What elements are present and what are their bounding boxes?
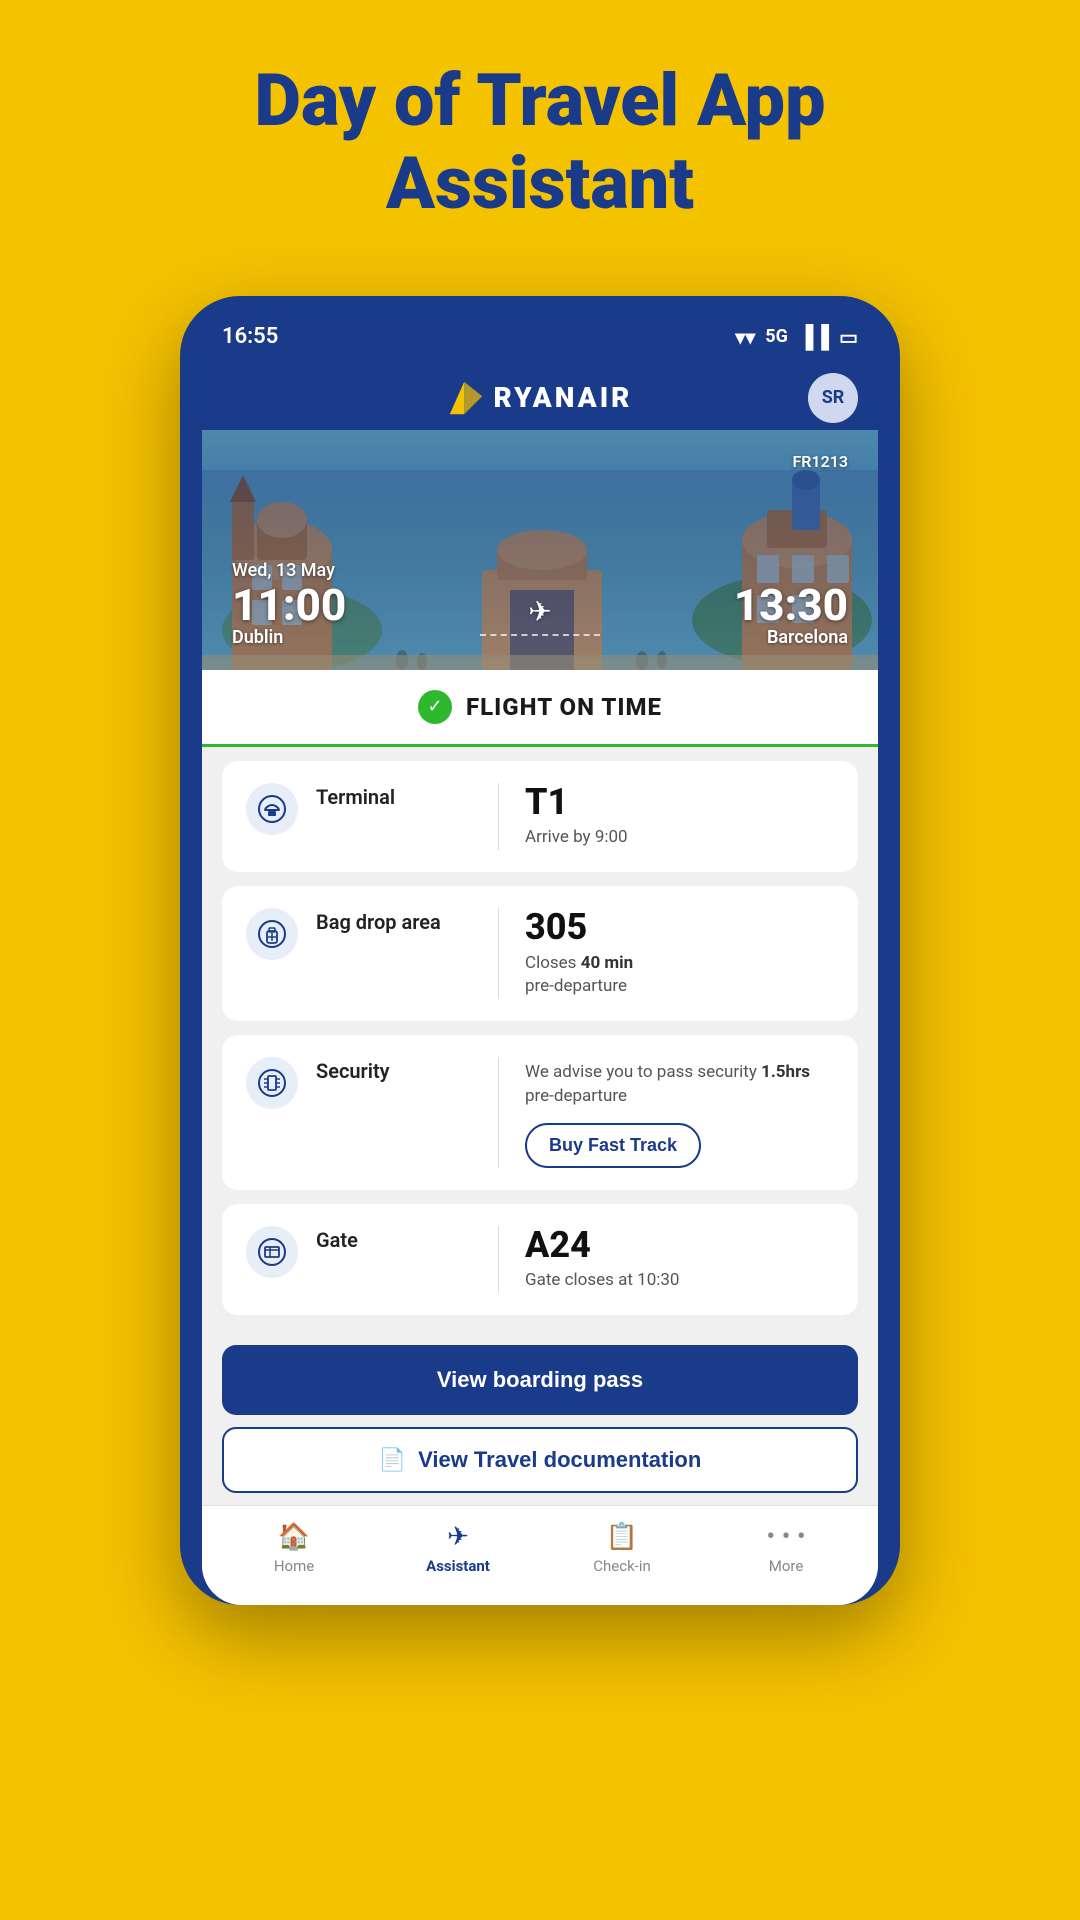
flight-status-text: FLIGHT ON TIME	[466, 693, 662, 721]
security-label: Security	[316, 1057, 476, 1083]
page-title: Day of Travel App Assistant	[174, 60, 905, 226]
card-divider-3	[498, 1057, 499, 1168]
ryanair-wordmark: RYANAIR	[494, 381, 633, 414]
travel-doc-label: View Travel documentation	[418, 1447, 701, 1473]
phone-mockup: 16:55 ▾▾ 5G ▐▐ ▭ RYANAIR SR	[180, 296, 900, 1606]
status-icons: ▾▾ 5G ▐▐ ▭	[735, 324, 858, 350]
gate-icon-circle	[246, 1226, 298, 1278]
flight-hero-banner: Wed, 13 May 11:00 Dublin ✈ 13:30 Barcelo…	[202, 430, 878, 670]
flight-direction-icon: ✈	[480, 595, 600, 636]
departure-time: 11:00	[232, 583, 346, 627]
nav-assistant[interactable]: ✈ Assistant	[418, 1522, 498, 1575]
bag-drop-value-block: 305 Closes 40 minpre-departure	[521, 908, 834, 999]
gate-value: A24	[525, 1226, 834, 1266]
departure-block: 11:00 Dublin	[232, 583, 346, 648]
security-sub-value: We advise you to pass security 1.5hrs pr…	[525, 1061, 834, 1109]
wifi-icon: ▾▾	[735, 325, 755, 349]
battery-icon: ▭	[839, 325, 858, 349]
screen-content: RYANAIR SR	[202, 366, 878, 1606]
terminal-label: Terminal	[316, 783, 476, 809]
bottom-nav: 🏠 Home ✈ Assistant 📋 Check-in • • • More	[202, 1505, 878, 1605]
bag-drop-label: Bag drop area	[316, 908, 476, 934]
info-cards-container: Terminal T1 Arrive by 9:00	[202, 747, 878, 1330]
nav-home-label: Home	[274, 1557, 314, 1575]
security-icon	[258, 1069, 286, 1097]
arrival-time: 13:30	[734, 583, 848, 627]
travel-doc-icon: 📄	[379, 1447, 406, 1473]
signal-bars-icon: ▐▐	[798, 324, 829, 350]
bag-drop-value: 305	[525, 908, 834, 948]
ryanair-logo: RYANAIR	[448, 380, 633, 416]
security-value-block: We advise you to pass security 1.5hrs pr…	[521, 1057, 834, 1168]
gate-value-block: A24 Gate closes at 10:30	[521, 1226, 834, 1293]
buy-fast-track-button[interactable]: Buy Fast Track	[525, 1123, 701, 1168]
bottom-buttons-container: View boarding pass 📄 View Travel documen…	[202, 1329, 878, 1505]
5g-icon: 5G	[765, 326, 788, 347]
terminal-card: Terminal T1 Arrive by 9:00	[222, 761, 858, 872]
terminal-icon	[258, 795, 286, 823]
arrival-block: 13:30 Barcelona	[734, 583, 848, 648]
terminal-icon-circle	[246, 783, 298, 835]
nav-more-label: More	[769, 1557, 804, 1575]
user-avatar[interactable]: SR	[808, 373, 858, 423]
flight-number: FR1213	[792, 452, 848, 471]
gate-card: Gate A24 Gate closes at 10:30	[222, 1204, 858, 1315]
bag-drop-icon	[258, 920, 286, 948]
status-bar: 16:55 ▾▾ 5G ▐▐ ▭	[202, 324, 878, 366]
nav-checkin[interactable]: 📋 Check-in	[582, 1522, 662, 1575]
checkin-icon: 📋	[606, 1522, 638, 1552]
app-header: RYANAIR SR	[202, 366, 878, 430]
terminal-value-block: T1 Arrive by 9:00	[521, 783, 834, 850]
more-icon: • • •	[766, 1522, 805, 1552]
nav-more[interactable]: • • • More	[746, 1522, 826, 1575]
bag-drop-icon-circle	[246, 908, 298, 960]
bag-drop-card: Bag drop area 305 Closes 40 minpre-depar…	[222, 886, 858, 1021]
home-icon: 🏠	[278, 1522, 310, 1552]
bag-drop-sub-value: Closes 40 minpre-departure	[525, 952, 834, 1000]
flight-info-overlay: Wed, 13 May 11:00 Dublin ✈ 13:30 Barcelo…	[202, 430, 878, 670]
gate-sub-value: Gate closes at 10:30	[525, 1269, 834, 1293]
flight-status-banner: ✓ FLIGHT ON TIME	[202, 670, 878, 747]
gate-label: Gate	[316, 1226, 476, 1252]
terminal-sub-value: Arrive by 9:00	[525, 826, 834, 850]
ryanair-harp-icon	[448, 380, 484, 416]
status-time: 16:55	[222, 324, 278, 349]
nav-home[interactable]: 🏠 Home	[254, 1522, 334, 1575]
status-check-icon: ✓	[418, 690, 452, 724]
card-divider-2	[498, 908, 499, 999]
boarding-pass-button[interactable]: View boarding pass	[222, 1345, 858, 1415]
gate-icon	[258, 1238, 286, 1266]
flight-route-row: 11:00 Dublin ✈ 13:30 Barcelona	[232, 583, 848, 648]
card-divider	[498, 783, 499, 850]
flight-date: Wed, 13 May	[232, 560, 848, 581]
travel-doc-button[interactable]: 📄 View Travel documentation	[222, 1427, 858, 1493]
terminal-value: T1	[525, 783, 834, 823]
nav-checkin-label: Check-in	[593, 1557, 651, 1575]
card-divider-4	[498, 1226, 499, 1293]
security-icon-circle	[246, 1057, 298, 1109]
nav-assistant-label: Assistant	[426, 1557, 490, 1575]
security-card: Security We advise you to pass security …	[222, 1035, 858, 1190]
assistant-icon: ✈	[447, 1522, 469, 1552]
